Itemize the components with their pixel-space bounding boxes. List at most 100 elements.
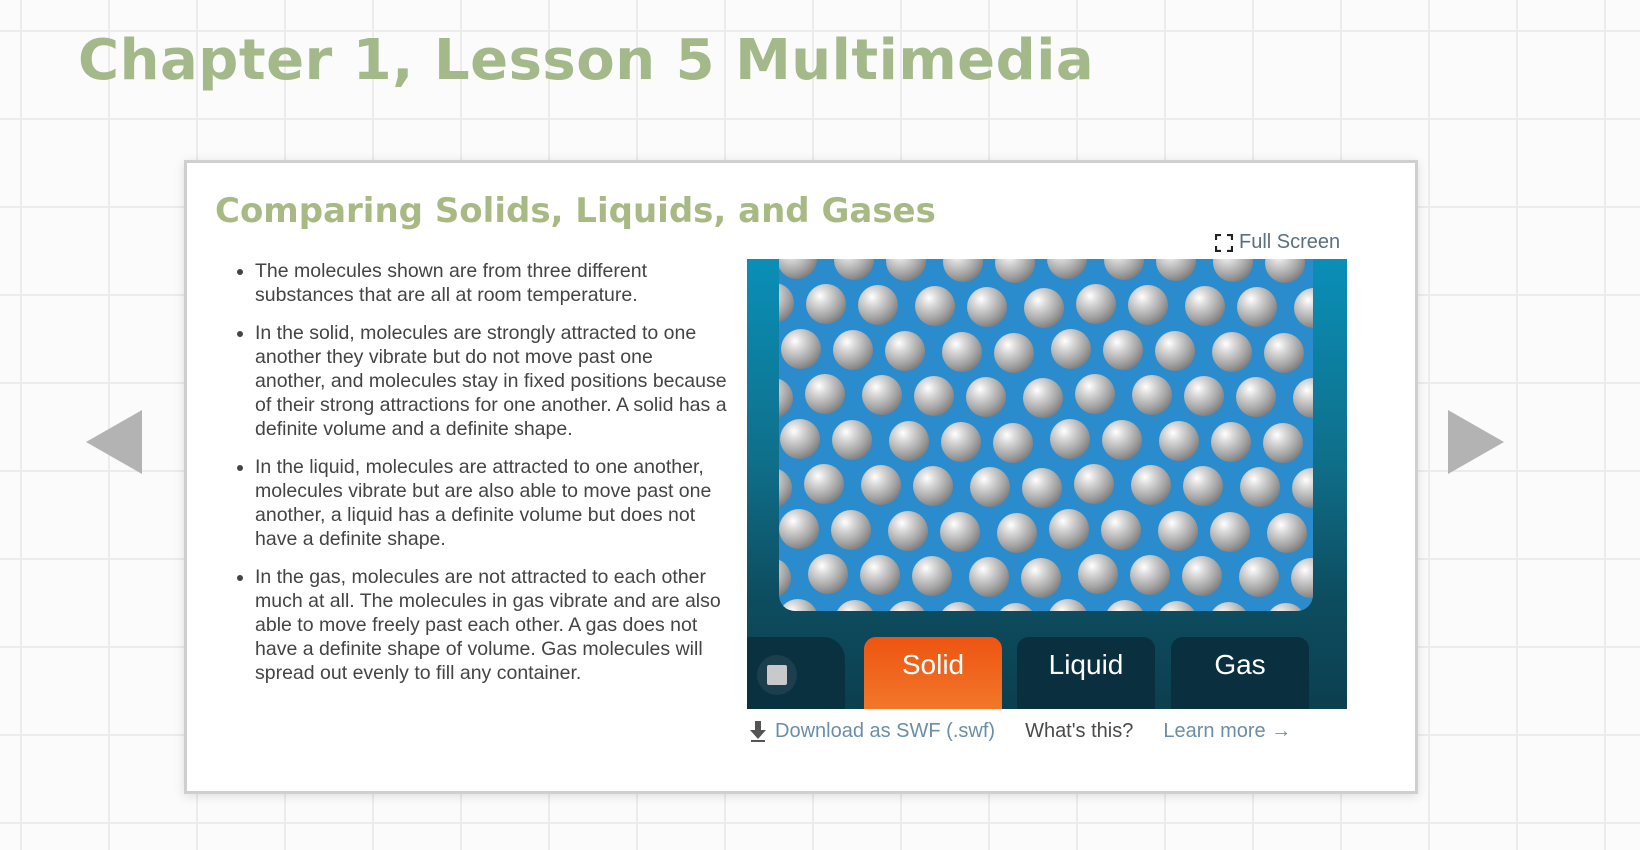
bullet-item: In the solid, molecules are strongly att… bbox=[255, 321, 727, 441]
stop-button[interactable] bbox=[747, 637, 845, 709]
molecule bbox=[1075, 374, 1115, 414]
molecule bbox=[1267, 513, 1307, 553]
download-swf-link[interactable]: Download as SWF (.swf) bbox=[775, 720, 995, 743]
molecule bbox=[832, 420, 872, 460]
molecule bbox=[1157, 601, 1197, 611]
molecule bbox=[1155, 331, 1195, 371]
molecule bbox=[1184, 376, 1224, 416]
molecule bbox=[1104, 259, 1144, 280]
molecule bbox=[1294, 288, 1313, 328]
learn-more-link[interactable]: Learn more → bbox=[1163, 720, 1291, 743]
simulation-viewer[interactable]: Solid Liquid Gas bbox=[747, 259, 1347, 709]
molecule bbox=[781, 329, 821, 369]
molecule bbox=[1239, 557, 1279, 597]
molecule bbox=[1103, 330, 1143, 370]
molecule bbox=[1212, 332, 1252, 372]
molecule bbox=[831, 510, 871, 550]
molecule bbox=[1021, 558, 1061, 598]
molecule bbox=[779, 509, 819, 549]
molecule bbox=[885, 331, 925, 371]
bullet-list: The molecules shown are from three diffe… bbox=[227, 259, 727, 699]
molecule bbox=[995, 259, 1035, 283]
molecule bbox=[860, 555, 900, 595]
molecule bbox=[834, 259, 874, 280]
download-icon bbox=[750, 721, 766, 742]
molecule bbox=[1185, 286, 1225, 326]
molecule bbox=[779, 283, 794, 323]
molecule bbox=[779, 378, 793, 418]
molecule bbox=[1237, 287, 1277, 327]
molecule bbox=[888, 511, 928, 551]
molecule bbox=[913, 466, 953, 506]
molecule bbox=[1131, 465, 1171, 505]
molecule-container bbox=[779, 259, 1313, 611]
molecule bbox=[915, 286, 955, 326]
molecule bbox=[805, 374, 845, 414]
molecule bbox=[779, 558, 791, 598]
molecule bbox=[1128, 285, 1168, 325]
page-title: Chapter 1, Lesson 5 Multimedia bbox=[78, 28, 1095, 93]
previous-arrow-icon[interactable] bbox=[86, 410, 142, 474]
molecule bbox=[1213, 259, 1253, 282]
tab-liquid[interactable]: Liquid bbox=[1017, 637, 1155, 709]
molecule bbox=[1210, 512, 1250, 552]
molecule bbox=[997, 513, 1037, 553]
molecule bbox=[1209, 602, 1249, 611]
molecule bbox=[1292, 468, 1313, 508]
molecule bbox=[886, 259, 926, 281]
molecule bbox=[943, 259, 983, 282]
molecule bbox=[1265, 259, 1305, 283]
molecule bbox=[887, 601, 927, 611]
next-arrow-icon[interactable] bbox=[1448, 410, 1504, 474]
molecule bbox=[804, 464, 844, 504]
molecule bbox=[779, 468, 792, 508]
molecule bbox=[1101, 510, 1141, 550]
molecule bbox=[1050, 419, 1090, 459]
molecule bbox=[939, 602, 979, 611]
molecule bbox=[1047, 259, 1087, 279]
content-card: Comparing Solids, Liquids, and Gases The… bbox=[184, 160, 1418, 794]
molecule bbox=[912, 556, 952, 596]
simulation-controls: Solid Liquid Gas bbox=[747, 637, 1347, 709]
card-title: Comparing Solids, Liquids, and Gases bbox=[215, 191, 936, 231]
molecule bbox=[1102, 420, 1142, 460]
molecule bbox=[993, 423, 1033, 463]
molecule bbox=[994, 333, 1034, 373]
molecule bbox=[942, 332, 982, 372]
bullet-item: In the gas, molecules are not attracted … bbox=[255, 565, 727, 685]
molecule bbox=[780, 419, 820, 459]
molecule bbox=[970, 467, 1010, 507]
molecule bbox=[1076, 284, 1116, 324]
molecule bbox=[940, 512, 980, 552]
molecule bbox=[1211, 422, 1251, 462]
molecule bbox=[1263, 423, 1303, 463]
molecule bbox=[1183, 466, 1223, 506]
molecule bbox=[1236, 377, 1276, 417]
molecule bbox=[941, 422, 981, 462]
molecule bbox=[1078, 554, 1118, 594]
molecule bbox=[1182, 556, 1222, 596]
molecule bbox=[1074, 464, 1114, 504]
molecule bbox=[1132, 375, 1172, 415]
whats-this-text: What's this? bbox=[1025, 719, 1134, 742]
molecule bbox=[1024, 288, 1064, 328]
molecule bbox=[1049, 509, 1089, 549]
molecule bbox=[1105, 600, 1145, 611]
molecule bbox=[969, 557, 1009, 597]
molecule bbox=[779, 599, 818, 611]
fullscreen-button[interactable]: Full Screen bbox=[1215, 231, 1340, 254]
molecule bbox=[779, 259, 817, 279]
molecule bbox=[967, 287, 1007, 327]
molecule bbox=[833, 330, 873, 370]
molecule bbox=[1266, 603, 1306, 611]
molecule bbox=[1130, 555, 1170, 595]
stop-icon bbox=[767, 665, 787, 685]
tab-solid[interactable]: Solid bbox=[864, 637, 1002, 709]
molecule bbox=[1048, 599, 1088, 611]
molecule bbox=[806, 284, 846, 324]
download-row: Download as SWF (.swf) What's this? Lear… bbox=[747, 711, 1347, 751]
tab-gas[interactable]: Gas bbox=[1171, 637, 1309, 709]
molecule bbox=[1240, 467, 1280, 507]
molecule bbox=[1293, 378, 1313, 418]
molecule bbox=[861, 465, 901, 505]
